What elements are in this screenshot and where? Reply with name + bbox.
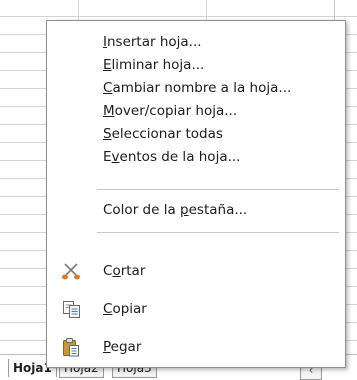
menu-item-label: Insertar hoja... — [103, 34, 202, 50]
menu-item-label: Color de la pestaña... — [103, 202, 248, 218]
paste-icon — [61, 337, 81, 357]
menu-item-tab-color[interactable]: Color de la pestaña... — [47, 198, 345, 222]
menu-item-label: Copiar — [103, 301, 147, 317]
menu-item-label: Mover/copiar hoja... — [103, 103, 238, 119]
menu-item-paste[interactable]: Pegar — [47, 335, 345, 359]
copy-icon — [61, 299, 81, 319]
menu-item-label: Cambiar nombre a la hoja... — [103, 80, 292, 96]
menu-item-rename-sheet[interactable]: Cambiar nombre a la hoja... — [47, 76, 345, 100]
menu-item-copy[interactable]: Copiar — [47, 297, 345, 321]
menu-item-sheet-events[interactable]: Eventos de la hoja... — [47, 145, 345, 169]
menu-item-select-all-sheets[interactable]: Seleccionar todas — [47, 122, 345, 146]
scissors-icon — [61, 261, 81, 281]
menu-item-label: Seleccionar todas — [103, 126, 223, 142]
menu-item-label: Eliminar hoja... — [103, 57, 205, 73]
menu-item-label: Pegar — [103, 339, 142, 355]
menu-item-label: Cortar — [103, 263, 146, 279]
menu-item-cut[interactable]: Cortar — [47, 259, 345, 283]
menu-separator — [97, 189, 339, 190]
menu-item-insert-sheet[interactable]: Insertar hoja... — [47, 30, 345, 54]
menu-item-label: Eventos de la hoja... — [103, 149, 241, 165]
menu-separator — [97, 232, 339, 233]
menu-item-delete-sheet[interactable]: Eliminar hoja... — [47, 53, 345, 77]
sheet-context-menu: Insertar hoja... Eliminar hoja... Cambia… — [46, 20, 346, 368]
menu-item-move-copy-sheet[interactable]: Mover/copiar hoja... — [47, 99, 345, 123]
spreadsheet-window: Hoja1 Hoja2 Hoja3 ‹ Insertar hoja... Eli… — [0, 0, 357, 380]
